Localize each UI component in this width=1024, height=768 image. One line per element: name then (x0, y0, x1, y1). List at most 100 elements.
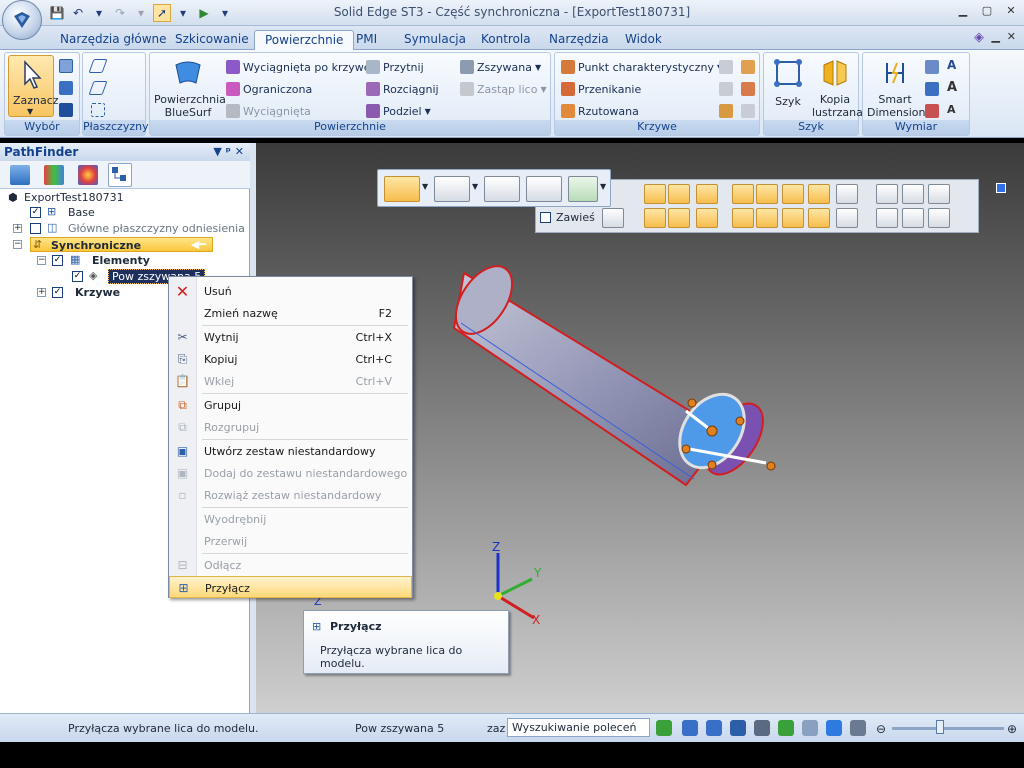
expand-icon[interactable]: + (13, 224, 22, 233)
tab-kontrola[interactable]: Kontrola (471, 30, 541, 50)
relate-icon[interactable] (902, 184, 924, 204)
save-state-icon[interactable] (602, 208, 624, 228)
maximize-icon[interactable]: ▢ (978, 3, 996, 19)
tab-narzedzia-glowne[interactable]: Narzędzia główne (50, 30, 177, 50)
curve-tool-icon[interactable] (719, 60, 733, 74)
tab-powierzchnie[interactable]: Powierzchnie (254, 30, 355, 50)
relate-icon[interactable] (876, 184, 898, 204)
replace-face-button[interactable]: Zastąp lico ▼ (460, 82, 547, 96)
layers-tab-icon[interactable] (10, 165, 30, 185)
collapse-icon[interactable]: − (37, 256, 46, 265)
intersection-button[interactable]: Przenikanie (561, 82, 641, 96)
surface-checkbox[interactable]: ✓ (72, 271, 83, 282)
menu-item-create-custom-set[interactable]: ▣ Utwórz zestaw niestandardowy (169, 440, 412, 462)
save-icon[interactable]: 💾 (48, 4, 66, 22)
relate-icon[interactable] (928, 208, 950, 228)
stitched-button[interactable]: Zszywana ▼ (460, 60, 541, 74)
menu-item-delete[interactable]: ✕ Usuń (169, 280, 412, 302)
tab-symulacja[interactable]: Symulacja (394, 30, 476, 50)
zoom-slider-thumb[interactable] (936, 720, 944, 734)
chevron-down-icon[interactable]: ▼ (422, 182, 428, 191)
offset-icon[interactable] (696, 184, 718, 204)
plane-angle-icon[interactable] (88, 81, 108, 95)
projected-button[interactable]: Rzutowana (561, 104, 639, 118)
close-icon[interactable]: ✕ (1002, 3, 1020, 19)
menu-item-attach[interactable]: ⊞ Przyłącz (169, 576, 412, 598)
redo-dropdown-icon[interactable]: ▾ (132, 4, 150, 22)
spin-icon[interactable] (802, 720, 818, 736)
pattern-button[interactable]: Szyk (768, 57, 808, 117)
relate-icon[interactable] (902, 208, 924, 228)
menu-item-add-to-custom-set[interactable]: ▣ Dodaj do zestawu niestandardowego (169, 462, 412, 484)
rotate-icon[interactable] (778, 720, 794, 736)
expand-icon[interactable]: + (37, 288, 46, 297)
tree-item-planes[interactable]: Główne płaszczyzny odniesienia (68, 222, 245, 235)
extruded-button[interactable]: Wyciągnięta (226, 104, 311, 118)
tree-item-curves[interactable]: Krzywe (75, 286, 120, 299)
tab-szkicowanie[interactable]: Szkicowanie (165, 30, 259, 50)
redo-icon[interactable]: ↷ (111, 4, 129, 22)
zoom-in-icon[interactable]: ⊕ (1007, 722, 1017, 736)
customize-qat-icon[interactable]: ▾ (216, 4, 234, 22)
shading-icon[interactable] (850, 720, 866, 736)
pathfinder-tab-icon[interactable] (108, 163, 132, 187)
zawies-checkbox[interactable] (540, 212, 551, 223)
undo-dropdown-icon[interactable]: ▾ (90, 4, 108, 22)
menu-item-cut[interactable]: ✂ Wytnij Ctrl+X (169, 326, 412, 348)
perpendicular-icon[interactable] (696, 208, 718, 228)
options-icon[interactable] (568, 176, 598, 202)
base-checkbox[interactable]: ✓ (30, 207, 41, 218)
command-search-input[interactable]: Wyszukiwanie poleceń (507, 718, 650, 737)
dimension-tool-icon[interactable] (925, 104, 939, 118)
chevron-down-icon[interactable]: ▼ (600, 182, 606, 191)
help-icon[interactable]: ◈ (974, 30, 984, 45)
split-button[interactable]: Podziel ▼ (366, 104, 431, 118)
parallel-icon[interactable] (644, 208, 666, 228)
pan-icon[interactable] (754, 720, 770, 736)
text-style-icon[interactable]: A (947, 58, 956, 72)
tab-pmi[interactable]: PMI (346, 30, 387, 50)
menu-item-extract[interactable]: Wyodrębnij (169, 508, 412, 530)
view-cube-icon[interactable] (996, 183, 1006, 193)
menu-item-ungroup[interactable]: ⧉ Rozgrupuj (169, 416, 412, 438)
curve-tool-icon[interactable] (741, 60, 755, 74)
extruded-along-curve-button[interactable]: Wyciągnięta po krzywej (226, 60, 374, 74)
keypoint-curve-button[interactable]: Punkt charakterystyczny▼ (561, 60, 723, 74)
xy-plane-icon[interactable] (756, 184, 778, 204)
zoom-area-icon[interactable] (682, 720, 698, 736)
menu-item-detach[interactable]: ⊟ Odłącz (169, 554, 412, 576)
copy-icon[interactable] (484, 176, 520, 202)
xy-align-icon[interactable] (756, 208, 778, 228)
application-button[interactable] (2, 0, 42, 40)
curve-tool-icon[interactable] (719, 82, 733, 96)
yz-align-icon[interactable] (782, 208, 804, 228)
symmetric-icon[interactable] (732, 184, 754, 204)
refresh-icon[interactable] (656, 720, 672, 736)
zoom-icon[interactable] (706, 720, 722, 736)
zx-plane-icon[interactable] (808, 184, 830, 204)
curve-tool-icon[interactable] (741, 82, 755, 96)
concentric-icon[interactable] (644, 184, 666, 204)
relate-icon[interactable] (928, 184, 950, 204)
appearance-tab-icon[interactable] (78, 165, 98, 185)
tab-narzedzia[interactable]: Narzędzia (539, 30, 619, 50)
align-options-icon[interactable] (836, 208, 858, 228)
tree-root[interactable]: ExportTest180731 (24, 191, 124, 204)
curve-tool-icon[interactable] (719, 104, 733, 118)
cylinder-model[interactable] (445, 256, 776, 487)
dimension-tool-icon[interactable] (925, 82, 939, 96)
symmetric-options-icon[interactable] (836, 184, 858, 204)
trim-button[interactable]: Przytnij (366, 60, 424, 74)
elements-checkbox[interactable]: ✓ (52, 255, 63, 266)
tangent-icon[interactable] (668, 184, 690, 204)
minimize-icon[interactable]: ▁ (954, 3, 972, 19)
detach-icon[interactable] (526, 176, 562, 202)
menu-item-dissolve-custom-set[interactable]: ▫ Rozwiąż zestaw niestandardowy (169, 484, 412, 506)
extend-button[interactable]: Rozciągnij (366, 82, 439, 96)
move-icon[interactable] (434, 176, 470, 202)
zoom-slider[interactable] (892, 727, 1004, 730)
ribbon-close-icon[interactable]: ✕ (1007, 30, 1016, 43)
play-icon[interactable]: ▶ (195, 4, 213, 22)
font-size-up-icon[interactable]: A (947, 80, 957, 95)
ribbon-minimize-icon[interactable]: ▁ (992, 30, 1000, 43)
